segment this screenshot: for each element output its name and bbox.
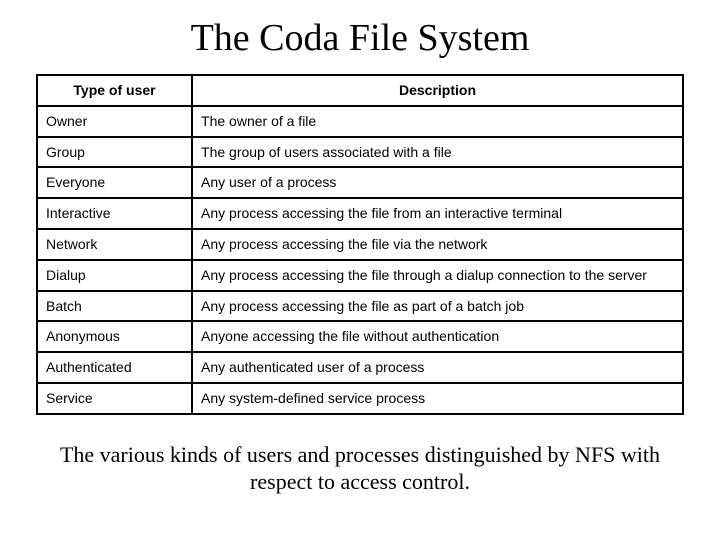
figure-caption: The various kinds of users and processes… bbox=[36, 441, 684, 496]
table-row: Batch Any process accessing the file as … bbox=[37, 291, 683, 322]
cell-desc: Anyone accessing the file without authen… bbox=[192, 321, 683, 352]
table-row: Group The group of users associated with… bbox=[37, 137, 683, 168]
col-header-desc: Description bbox=[192, 75, 683, 106]
cell-type: Dialup bbox=[37, 260, 192, 291]
cell-type: Owner bbox=[37, 106, 192, 137]
cell-desc: Any user of a process bbox=[192, 167, 683, 198]
cell-desc: Any process accessing the file through a… bbox=[192, 260, 683, 291]
cell-desc: Any process accessing the file as part o… bbox=[192, 291, 683, 322]
cell-type: Anonymous bbox=[37, 321, 192, 352]
table-row: Interactive Any process accessing the fi… bbox=[37, 198, 683, 229]
cell-desc: Any process accessing the file from an i… bbox=[192, 198, 683, 229]
cell-desc: The group of users associated with a fil… bbox=[192, 137, 683, 168]
cell-desc: Any system-defined service process bbox=[192, 383, 683, 414]
table-row: Anonymous Anyone accessing the file with… bbox=[37, 321, 683, 352]
page-title: The Coda File System bbox=[36, 16, 684, 60]
cell-type: Everyone bbox=[37, 167, 192, 198]
cell-type: Batch bbox=[37, 291, 192, 322]
table-row: Everyone Any user of a process bbox=[37, 167, 683, 198]
cell-type: Authenticated bbox=[37, 352, 192, 383]
cell-desc: Any process accessing the file via the n… bbox=[192, 229, 683, 260]
cell-desc: Any authenticated user of a process bbox=[192, 352, 683, 383]
table-row: Service Any system-defined service proce… bbox=[37, 383, 683, 414]
col-header-type: Type of user bbox=[37, 75, 192, 106]
slide: The Coda File System Type of user Descri… bbox=[0, 0, 720, 496]
cell-type: Group bbox=[37, 137, 192, 168]
table-row: Dialup Any process accessing the file th… bbox=[37, 260, 683, 291]
cell-type: Network bbox=[37, 229, 192, 260]
table-header-row: Type of user Description bbox=[37, 75, 683, 106]
cell-type: Service bbox=[37, 383, 192, 414]
user-types-table: Type of user Description Owner The owner… bbox=[36, 74, 684, 415]
table-row: Authenticated Any authenticated user of … bbox=[37, 352, 683, 383]
cell-type: Interactive bbox=[37, 198, 192, 229]
cell-desc: The owner of a file bbox=[192, 106, 683, 137]
table-row: Network Any process accessing the file v… bbox=[37, 229, 683, 260]
table-row: Owner The owner of a file bbox=[37, 106, 683, 137]
